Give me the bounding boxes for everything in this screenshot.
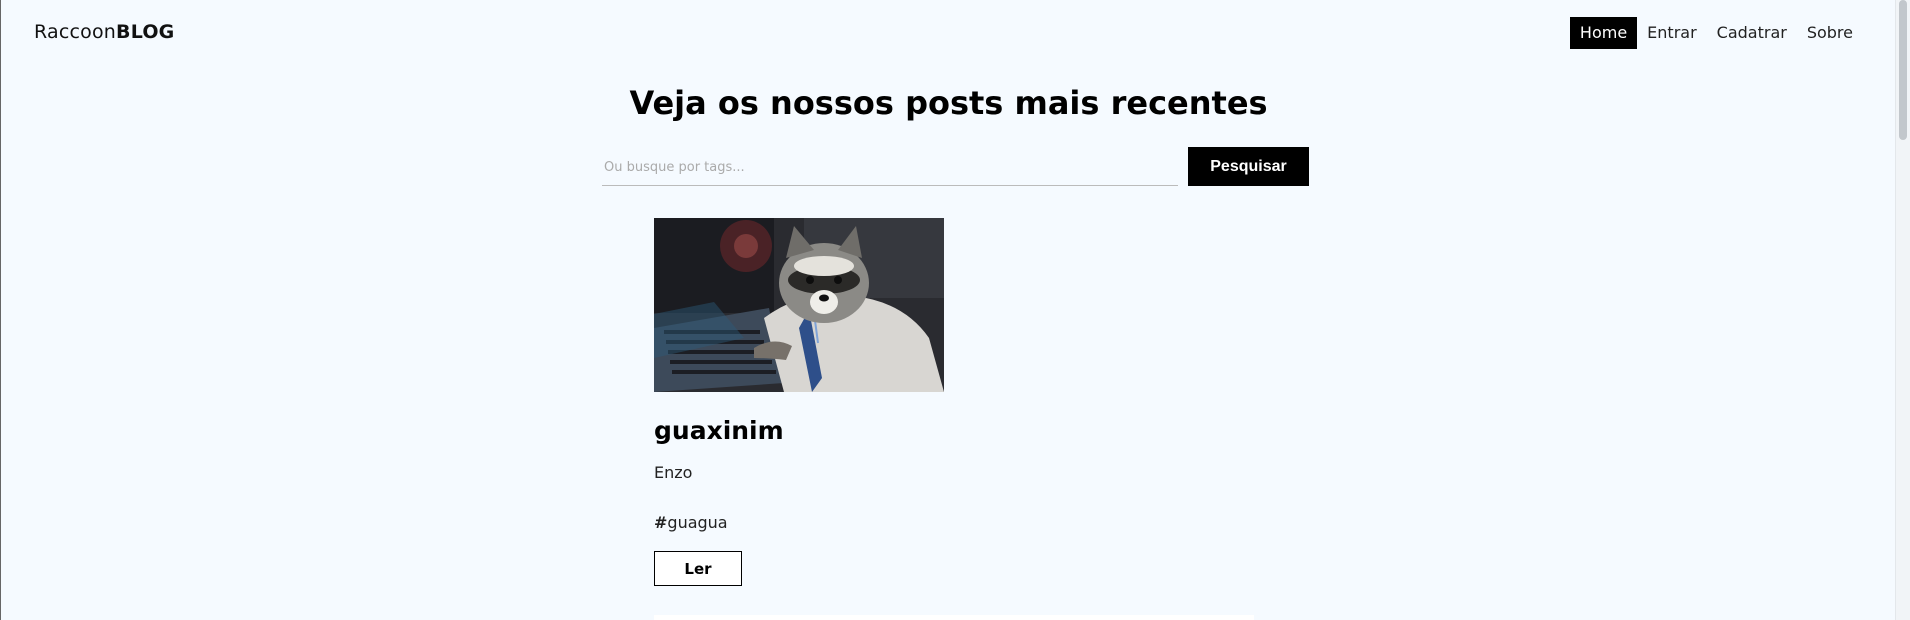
read-button[interactable]: Ler <box>654 551 742 586</box>
post-title[interactable]: guaxinim <box>654 416 1254 445</box>
brand-name-bold: BLOG <box>116 21 175 43</box>
nav-links: Home Entrar Cadatrar Sobre <box>1569 17 1863 49</box>
post-author: Enzo <box>654 463 693 482</box>
nav-link-cadatrar[interactable]: Cadatrar <box>1707 17 1797 49</box>
page-title: Veja os nossos posts mais recentes <box>629 84 1268 122</box>
tag-hash-symbol: # <box>654 513 668 532</box>
brand-name-light: Raccoon <box>34 21 117 43</box>
post-tag[interactable]: #guagua <box>654 513 1254 532</box>
navbar: RaccoonBLOG Home Entrar Cadatrar Sobre <box>1 0 1896 66</box>
brand-logo[interactable]: RaccoonBLOG <box>34 21 174 43</box>
vertical-scrollbar[interactable] <box>1895 0 1910 620</box>
post-image[interactable] <box>654 218 944 392</box>
nav-link-home[interactable]: Home <box>1569 17 1638 49</box>
nav-link-sobre[interactable]: Sobre <box>1797 17 1863 49</box>
tag-label: guagua <box>667 513 728 532</box>
scrollbar-thumb[interactable] <box>1899 0 1907 140</box>
next-post-card-edge <box>654 615 1254 620</box>
search-button[interactable]: Pesquisar <box>1188 147 1309 186</box>
search-input[interactable] <box>602 149 1178 186</box>
post-card: guaxinim Enzo #guagua Ler <box>654 218 1254 586</box>
nav-link-entrar[interactable]: Entrar <box>1637 17 1706 49</box>
search-bar: Pesquisar <box>602 147 1309 186</box>
